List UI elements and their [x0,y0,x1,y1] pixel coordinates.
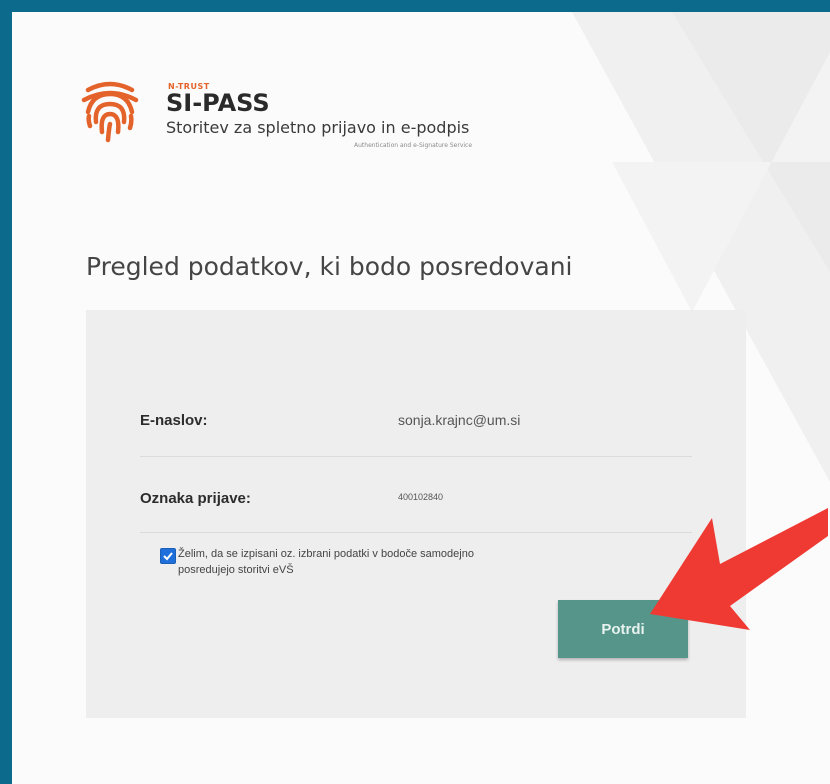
consent-checkbox[interactable] [160,548,176,564]
red-arrow-icon [650,508,828,630]
logo-tagline: Storitev za spletno prijavo in e-podpis [166,118,470,137]
divider [140,456,692,457]
email-value: sonja.krajnc@um.si [398,412,521,428]
logo-subtagline: Authentication and e-Signature Service [354,142,473,149]
divider [140,532,692,533]
login-page: N-TRUST SI-PASS Storitev za spletno prij… [12,12,830,784]
si-pass-logo: N-TRUST SI-PASS Storitev za spletno prij… [80,72,580,172]
login-id-value: 400102840 [398,492,444,502]
page-title: Pregled podatkov, ki bodo posredovani [86,252,573,281]
checkmark-icon [163,552,173,561]
logo-name: SI-PASS [166,89,270,117]
email-label: E-naslov: [140,412,208,429]
fingerprint-icon [81,81,139,143]
consent-text: Želim, da se izpisani oz. izbrani podatk… [178,548,474,576]
login-id-label: Oznaka prijave: [140,490,251,507]
